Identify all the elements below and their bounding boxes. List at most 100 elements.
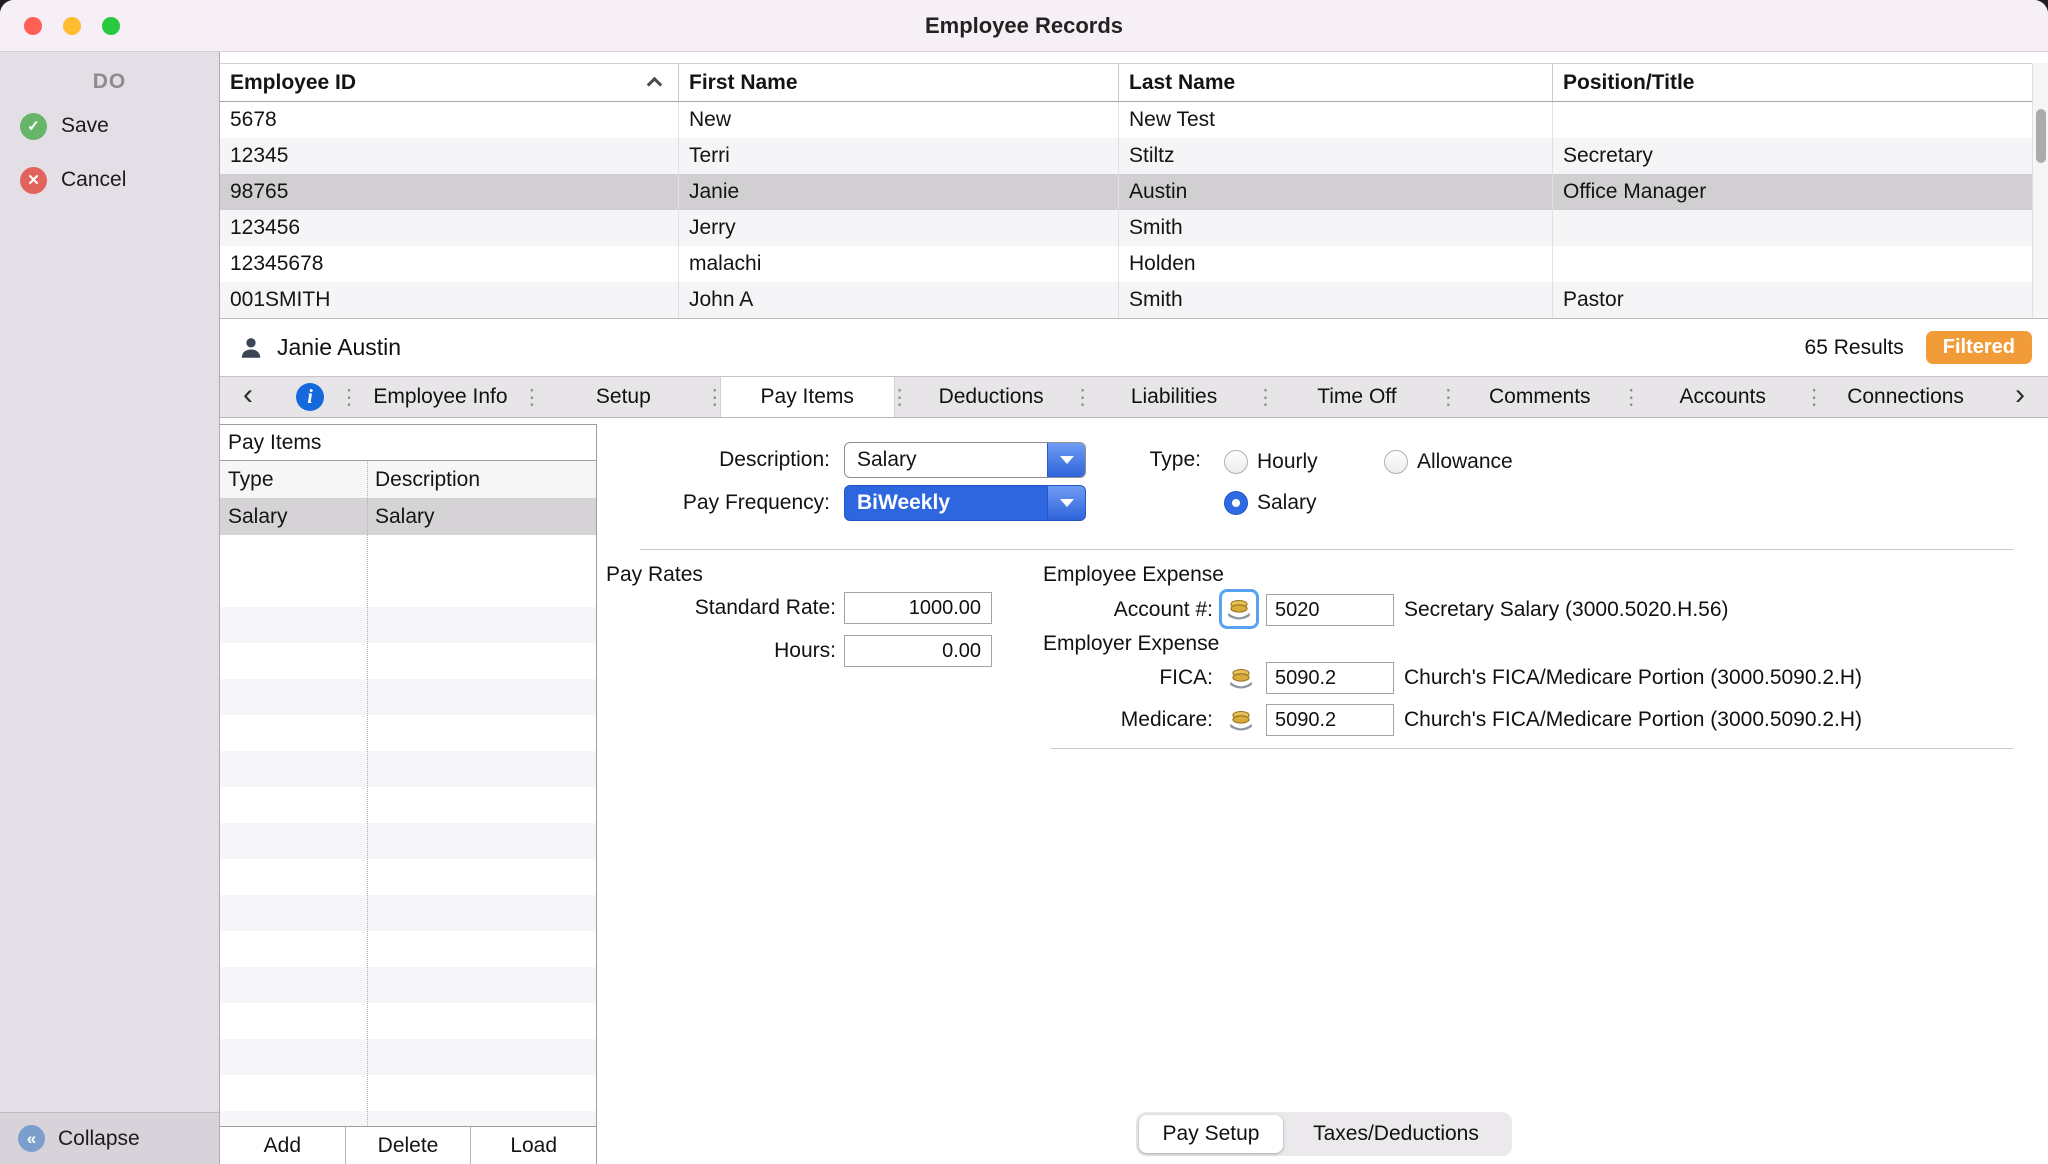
titlebar: Employee Records <box>0 0 2048 52</box>
save-button[interactable]: ✓ Save <box>0 104 219 148</box>
fica-description: Church's FICA/Medicare Portion (3000.509… <box>1404 660 1862 696</box>
filtered-badge[interactable]: Filtered <box>1926 331 2032 364</box>
account-description: Secretary Salary (3000.5020.H.56) <box>1404 592 1729 628</box>
medicare-label: Medicare: <box>1040 702 1213 738</box>
table-row[interactable]: 123456 Jerry Smith <box>220 210 2032 246</box>
sort-ascending-icon <box>647 77 663 93</box>
table-row[interactable]: 001SMITH John A Smith Pastor <box>220 282 2032 318</box>
load-button[interactable]: Load <box>471 1127 596 1164</box>
pay-items-title: Pay Items <box>220 425 596 461</box>
tab-employee-info[interactable]: Employee Info <box>354 377 527 417</box>
collapse-button[interactable]: « Collapse <box>0 1112 219 1164</box>
radio-allowance[interactable]: Allowance <box>1384 447 1513 477</box>
hours-field[interactable] <box>844 635 992 667</box>
radio-hourly[interactable]: Hourly <box>1224 447 1318 477</box>
medicare-description: Church's FICA/Medicare Portion (3000.509… <box>1404 702 1862 738</box>
standard-rate-label: Standard Rate: <box>560 590 836 626</box>
empty-row <box>220 1003 596 1039</box>
tab-scroll-right-button[interactable]: › <box>1992 377 2048 417</box>
delete-button[interactable]: Delete <box>346 1127 472 1164</box>
pay-frequency-label: Pay Frequency: <box>560 485 830 521</box>
tab-separator: ⋮ <box>527 377 537 417</box>
empty-row <box>220 1075 596 1111</box>
scrollbar-thumb[interactable] <box>2036 109 2046 163</box>
pay-items-row-selected[interactable]: Salary Salary <box>220 499 596 535</box>
radio-circle-icon <box>1384 450 1408 474</box>
cell-employee-id: 12345 <box>220 138 679 174</box>
vertical-scrollbar[interactable] <box>2032 63 2048 318</box>
table-row[interactable]: 5678 New New Test <box>220 102 2032 138</box>
column-header-position-title[interactable]: Position/Title <box>1553 64 2032 101</box>
account-lookup-button[interactable] <box>1222 592 1256 626</box>
fica-label: FICA: <box>1040 660 1213 696</box>
standard-rate-field[interactable] <box>844 592 992 624</box>
medicare-lookup-button[interactable] <box>1224 703 1258 737</box>
taxes-deductions-tab[interactable]: Taxes/Deductions <box>1283 1115 1509 1153</box>
cell-first-name: Janie <box>679 174 1119 210</box>
column-header-employee-id[interactable]: Employee ID <box>220 64 679 101</box>
check-circle-icon: ✓ <box>20 113 47 140</box>
tab-deductions[interactable]: Deductions <box>905 377 1078 417</box>
tab-scroll-left-button[interactable]: ‹ <box>220 377 276 417</box>
pay-setup-tab[interactable]: Pay Setup <box>1139 1115 1283 1153</box>
section-divider <box>1051 748 2013 749</box>
tab-comments[interactable]: Comments <box>1453 377 1626 417</box>
tab-separator: ⋮ <box>1809 377 1819 417</box>
tab-time-off[interactable]: Time Off <box>1270 377 1443 417</box>
medicare-account-field[interactable] <box>1266 704 1394 736</box>
pay-items-column-headers: Type Description <box>220 461 596 499</box>
tab-accounts[interactable]: Accounts <box>1636 377 1809 417</box>
empty-row <box>220 931 596 967</box>
empty-row <box>220 859 596 895</box>
pay-rates-heading: Pay Rates <box>606 563 703 587</box>
record-info-button[interactable]: i <box>276 377 344 417</box>
account-number-label: Account #: <box>1040 592 1213 628</box>
hand-coins-icon <box>1225 595 1253 623</box>
empty-row <box>220 1039 596 1075</box>
cell-last-name: Stiltz <box>1119 138 1553 174</box>
pay-frequency-select[interactable]: BiWeekly <box>844 485 1086 521</box>
cell-first-name: malachi <box>679 246 1119 282</box>
fica-account-field[interactable] <box>1266 662 1394 694</box>
radio-salary[interactable]: Salary <box>1224 488 1317 518</box>
empty-row <box>220 679 596 715</box>
employee-table-body: 5678 New New Test 12345 Terri Stiltz Sec… <box>220 102 2032 318</box>
pay-items-empty-rows <box>220 571 596 1126</box>
tab-connections[interactable]: Connections <box>1819 377 1992 417</box>
type-label: Type: <box>1040 442 1201 478</box>
pay-frequency-value: BiWeekly <box>845 486 1047 520</box>
cancel-button[interactable]: ✕ Cancel <box>0 158 219 202</box>
employee-table: Employee ID First Name Last Name Positio… <box>220 63 2032 318</box>
person-icon <box>238 335 264 361</box>
cell-employee-id: 12345678 <box>220 246 679 282</box>
column-header-last-name[interactable]: Last Name <box>1119 64 1553 101</box>
column-header-first-name[interactable]: First Name <box>679 64 1119 101</box>
save-label: Save <box>61 114 109 138</box>
cell-employee-id: 98765 <box>220 174 679 210</box>
table-row-selected[interactable]: 98765 Janie Austin Office Manager <box>220 174 2032 210</box>
account-number-field[interactable] <box>1266 594 1394 626</box>
cell-employee-id: 001SMITH <box>220 282 679 318</box>
tab-pay-items[interactable]: Pay Items <box>720 377 895 417</box>
section-divider <box>640 549 2013 550</box>
tab-liabilities[interactable]: Liabilities <box>1088 377 1261 417</box>
empty-row <box>220 823 596 859</box>
fica-lookup-button[interactable] <box>1224 661 1258 695</box>
add-button[interactable]: Add <box>220 1127 346 1164</box>
empty-row <box>220 571 596 607</box>
tab-separator: ⋮ <box>344 377 354 417</box>
pay-items-panel: Pay Items Type Description Salary Salary <box>220 424 597 1164</box>
empty-row <box>220 1111 596 1126</box>
x-circle-icon: ✕ <box>20 167 47 194</box>
cell-last-name: Holden <box>1119 246 1553 282</box>
tab-separator: ⋮ <box>710 377 720 417</box>
column-label: Employee ID <box>230 71 356 95</box>
empty-row <box>220 607 596 643</box>
radio-circle-selected-icon <box>1224 491 1248 515</box>
hand-coins-icon <box>1227 664 1255 692</box>
description-value: Salary <box>845 443 1047 477</box>
table-row[interactable]: 12345 Terri Stiltz Secretary <box>220 138 2032 174</box>
tab-setup[interactable]: Setup <box>537 377 710 417</box>
cell-position <box>1553 246 2032 282</box>
table-row[interactable]: 12345678 malachi Holden <box>220 246 2032 282</box>
